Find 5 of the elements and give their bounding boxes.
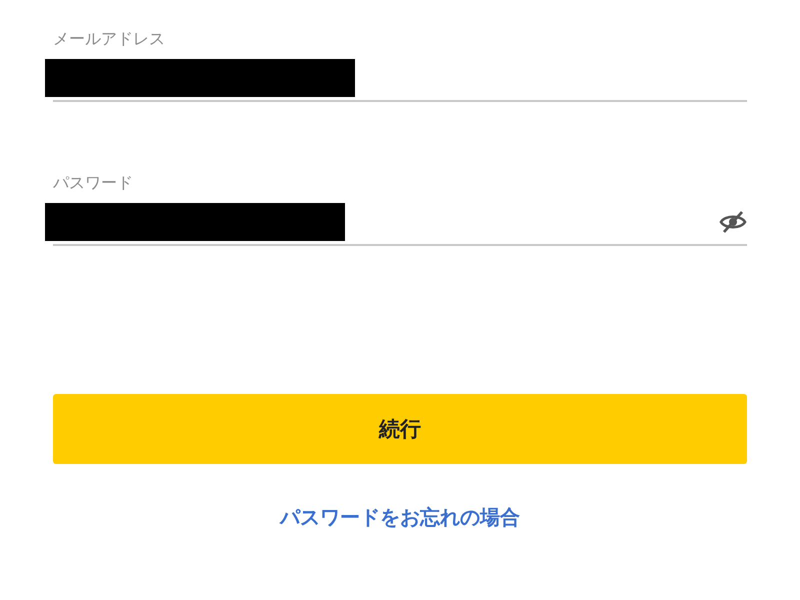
field-label: パスワード (53, 172, 133, 194)
eye-slash-icon[interactable] (719, 210, 747, 234)
forgot-password-link[interactable]: パスワードをお忘れの場合 (280, 504, 520, 531)
field-label: メールアドレス (53, 28, 165, 50)
continue-button[interactable]: 続行 (53, 394, 747, 464)
